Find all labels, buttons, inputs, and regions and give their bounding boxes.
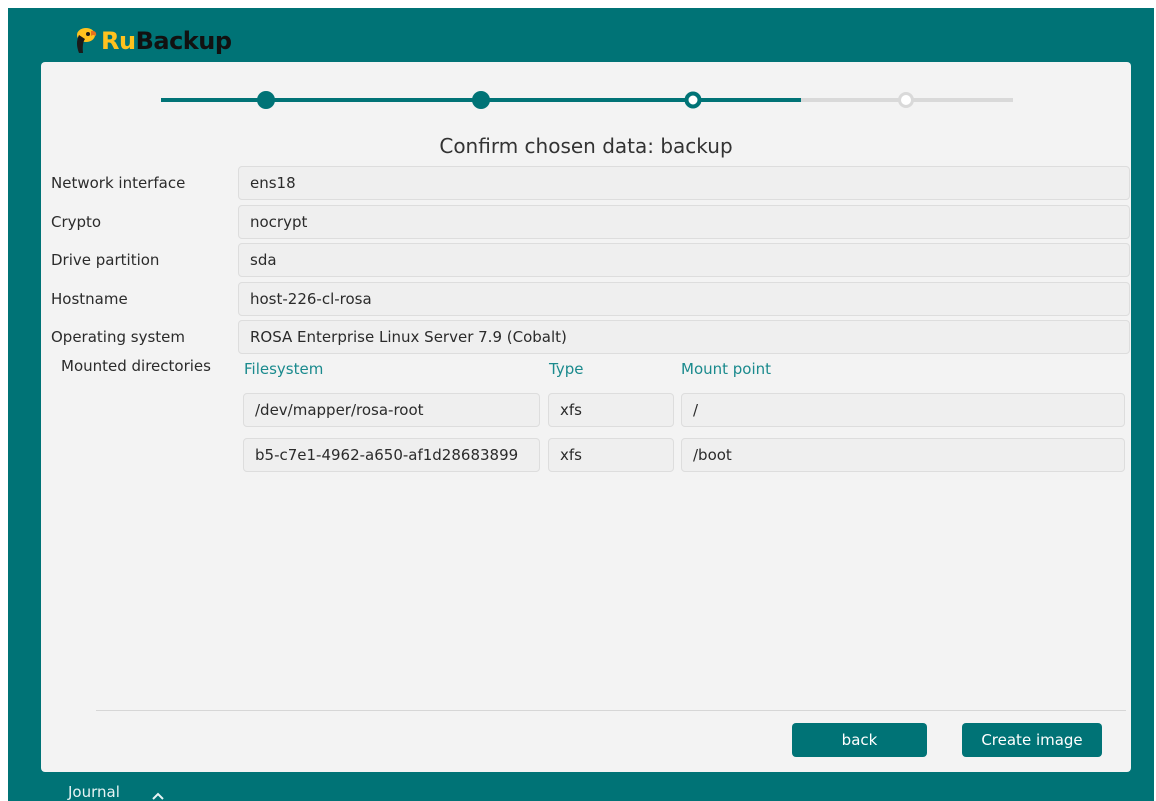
mount-row-2-mount-point: /boot	[681, 438, 1125, 472]
brand-ru: Ru	[101, 27, 136, 55]
field-value: host-226-cl-rosa	[238, 282, 1130, 316]
field-row-operating-system: Operating system ROSA Enterprise Linux S…	[41, 320, 1131, 354]
column-header-mount-point: Mount point	[681, 360, 772, 378]
header: RuBackup	[73, 24, 232, 58]
create-image-button[interactable]: Create image	[962, 723, 1102, 757]
mount-row-2-filesystem: b5-c7e1-4962-a650-af1d28683899	[243, 438, 540, 472]
mount-row-1-mount-point: /	[681, 393, 1125, 427]
wizard-panel: Confirm chosen data: backup Network inte…	[41, 62, 1131, 772]
column-header-type: Type	[549, 360, 584, 378]
field-row-network-interface: Network interface ens18	[41, 166, 1131, 200]
mounted-directories-label: Mounted directories	[61, 357, 211, 375]
column-header-filesystem: Filesystem	[244, 360, 324, 378]
mount-row-2-type: xfs	[548, 438, 674, 472]
field-label: Crypto	[51, 213, 102, 231]
app-window: RuBackup Confirm chosen data: backup Net…	[8, 8, 1154, 801]
brand-backup: Backup	[135, 27, 232, 55]
chevron-up-icon	[152, 787, 164, 800]
stepper-graphic	[161, 91, 1013, 109]
journal-toggle[interactable]: Journal	[68, 781, 164, 801]
field-row-crypto: Crypto nocrypt	[41, 205, 1131, 239]
step-1-done	[257, 91, 275, 109]
field-value: sda	[238, 243, 1130, 277]
toucan-logo-icon	[73, 27, 97, 55]
back-button[interactable]: back	[792, 723, 927, 757]
footer-divider	[96, 710, 1126, 711]
step-3-current	[684, 91, 702, 109]
mount-row-1-type: xfs	[548, 393, 674, 427]
field-value: ROSA Enterprise Linux Server 7.9 (Cobalt…	[238, 320, 1130, 354]
field-row-drive-partition: Drive partition sda	[41, 243, 1131, 277]
field-label: Hostname	[51, 290, 128, 308]
step-4-pending	[898, 92, 914, 108]
mount-row-1-filesystem: /dev/mapper/rosa-root	[243, 393, 540, 427]
wizard-stepper	[161, 82, 1021, 118]
step-2-done	[472, 91, 490, 109]
field-value: nocrypt	[238, 205, 1130, 239]
page-title: Confirm chosen data: backup	[439, 134, 733, 158]
journal-label: Journal	[68, 783, 120, 801]
brand-name: RuBackup	[101, 27, 232, 55]
field-row-hostname: Hostname host-226-cl-rosa	[41, 282, 1131, 316]
field-label: Network interface	[51, 174, 186, 192]
field-label: Drive partition	[51, 251, 160, 269]
field-value: ens18	[238, 166, 1130, 200]
field-label: Operating system	[51, 328, 185, 346]
